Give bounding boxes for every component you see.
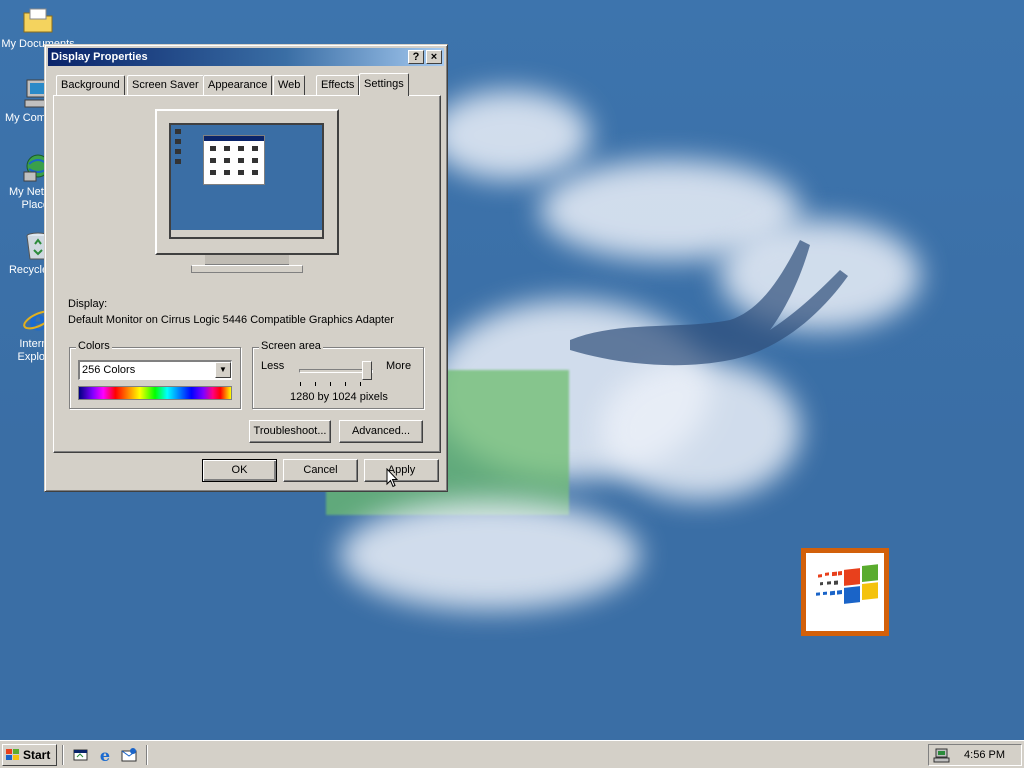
slider-more-label: More bbox=[386, 360, 412, 372]
mini-taskbar bbox=[171, 230, 322, 237]
colors-selected-value: 256 Colors bbox=[82, 364, 136, 376]
slider-tick bbox=[360, 382, 361, 386]
colors-select[interactable]: 256 Colors ▼ bbox=[78, 360, 232, 380]
mini-desktop-icon bbox=[175, 139, 181, 144]
start-label: Start bbox=[23, 748, 51, 762]
slider-tick bbox=[315, 382, 316, 386]
color-spectrum-bar bbox=[78, 386, 232, 400]
monitor-preview bbox=[155, 109, 339, 255]
ie-quicklaunch-icon[interactable]: e bbox=[96, 746, 114, 765]
cancel-button[interactable]: Cancel bbox=[283, 459, 358, 482]
tab-settings[interactable]: Settings bbox=[359, 73, 409, 96]
tab-effects[interactable]: Effects bbox=[316, 75, 360, 95]
troubleshoot-button[interactable]: Troubleshoot... bbox=[249, 420, 331, 443]
title-bar[interactable]: Display Properties ? × bbox=[48, 48, 444, 66]
wallpaper-diver-silhouette bbox=[570, 240, 848, 366]
folder-icon bbox=[21, 4, 55, 36]
display-label: Display: bbox=[68, 298, 108, 310]
close-button[interactable]: × bbox=[426, 50, 442, 64]
outlook-express-icon[interactable] bbox=[120, 747, 138, 763]
quick-launch-separator bbox=[146, 745, 148, 765]
show-desktop-icon[interactable] bbox=[72, 747, 90, 763]
display-adapter-text: Default Monitor on Cirrus Logic 5446 Com… bbox=[68, 314, 394, 326]
monitor-base bbox=[191, 265, 303, 273]
tab-background[interactable]: Background bbox=[56, 75, 125, 95]
mini-desktop-icon bbox=[175, 129, 181, 134]
windows-flag-icon bbox=[6, 749, 19, 760]
windows-logo bbox=[801, 548, 889, 636]
colors-group-label: Colors bbox=[76, 340, 112, 352]
mini-window bbox=[203, 135, 265, 185]
slider-tick bbox=[345, 382, 346, 386]
wallpaper-cloud bbox=[340, 500, 640, 610]
monitor-preview-screen bbox=[169, 123, 324, 239]
wallpaper-cloud bbox=[430, 90, 590, 180]
colors-group: Colors 256 Colors ▼ bbox=[69, 340, 241, 409]
tab-web[interactable]: Web bbox=[273, 75, 306, 95]
system-tray: 4:56 PM bbox=[928, 744, 1022, 766]
display-settings-tray-icon[interactable] bbox=[933, 747, 951, 763]
start-button[interactable]: Start bbox=[2, 744, 57, 766]
slider-tick bbox=[300, 382, 301, 386]
resolution-text: 1280 by 1024 pixels bbox=[290, 391, 388, 403]
clock[interactable]: 4:56 PM bbox=[964, 749, 1005, 761]
help-button[interactable]: ? bbox=[408, 50, 424, 64]
slider-less-label: Less bbox=[261, 360, 285, 372]
window-title: Display Properties bbox=[51, 51, 148, 63]
advanced-button[interactable]: Advanced... bbox=[339, 420, 423, 443]
apply-button[interactable]: Apply bbox=[364, 459, 439, 482]
wallpaper-cloud bbox=[600, 360, 800, 500]
mini-desktop-icon bbox=[175, 159, 181, 164]
monitor-stand bbox=[205, 255, 289, 265]
ok-button[interactable]: OK bbox=[202, 459, 277, 482]
screen-area-group-label: Screen area bbox=[259, 340, 323, 352]
taskbar: Start e 4:56 PM bbox=[0, 740, 1024, 768]
display-properties-window[interactable]: Display Properties ? × Background Screen… bbox=[44, 44, 448, 492]
tab-screen-saver[interactable]: Screen Saver bbox=[127, 75, 204, 95]
slider-tick bbox=[330, 382, 331, 386]
screen-area-group: Screen area Less More 1280 by 1024 pixel… bbox=[252, 340, 424, 409]
mini-desktop-icon bbox=[175, 149, 181, 154]
svg-text:e: e bbox=[100, 747, 110, 763]
mouse-cursor-icon bbox=[386, 468, 398, 488]
screen-area-slider-thumb[interactable] bbox=[362, 361, 372, 380]
quick-launch-separator bbox=[62, 745, 64, 765]
chevron-down-icon[interactable]: ▼ bbox=[215, 362, 231, 378]
tab-appearance[interactable]: Appearance bbox=[203, 75, 273, 95]
